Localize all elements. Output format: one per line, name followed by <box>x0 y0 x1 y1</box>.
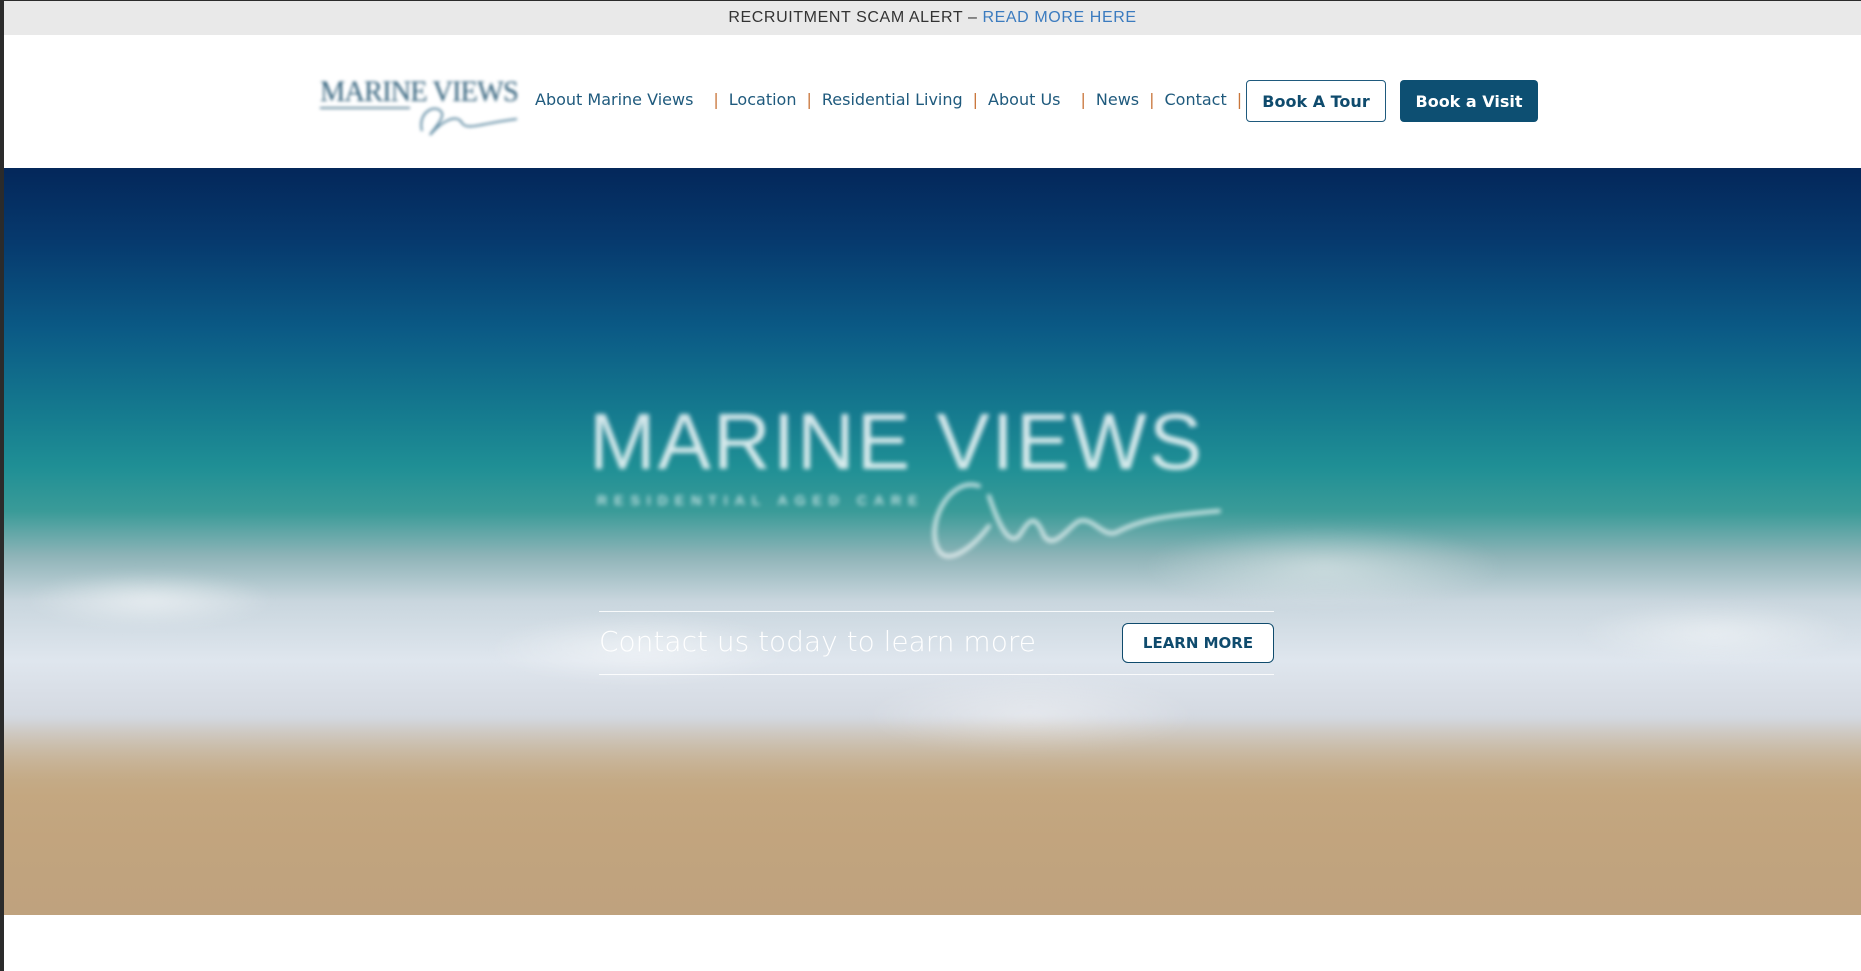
logo-underline <box>320 107 410 109</box>
site-logo[interactable]: MARINE VIEWS <box>316 71 526 137</box>
nav-separator: | <box>806 90 812 109</box>
hero-logo-script-icon <box>932 482 1221 559</box>
learn-more-button[interactable]: LEARN MORE <box>1122 623 1274 663</box>
nav-separator: | <box>972 90 979 109</box>
nav-separator: | <box>713 90 719 109</box>
nav-about-us[interactable]: About Us <box>988 90 1060 109</box>
hero-banner: MARINE VIEWS RESIDENTIAL AGED CARE Conta… <box>4 168 1861 915</box>
alert-text: RECRUITMENT SCAM ALERT – <box>728 9 978 26</box>
book-a-visit-button[interactable]: Book a Visit <box>1400 80 1538 122</box>
hero-cta-row: Contact us today to learn more LEARN MOR… <box>599 611 1274 675</box>
site-header: MARINE VIEWS About Marine Views | Locati… <box>4 35 1861 168</box>
nav-news[interactable]: News <box>1096 90 1139 109</box>
book-a-tour-button[interactable]: Book A Tour <box>1246 80 1386 122</box>
hero-cta-text: Contact us today to learn more <box>599 625 1036 658</box>
hero-logo: MARINE VIEWS RESIDENTIAL AGED CARE <box>589 396 1289 576</box>
logo-script-icon <box>420 107 518 136</box>
hero-logo-subtitle: RESIDENTIAL AGED CARE <box>597 492 925 508</box>
nav-location[interactable]: Location <box>729 90 797 109</box>
read-more-link[interactable]: READ MORE HERE <box>982 9 1136 27</box>
hero-beach-sand <box>4 715 1861 915</box>
browser-viewport: RECRUITMENT SCAM ALERT – READ MORE HERE … <box>0 0 1861 971</box>
nav-separator: | <box>1236 90 1243 109</box>
scam-alert-bar: RECRUITMENT SCAM ALERT – READ MORE HERE <box>4 1 1861 35</box>
nav-separator: | <box>1149 90 1155 109</box>
nav-about-marine-views[interactable]: About Marine Views <box>535 90 693 109</box>
main-nav: About Marine Views | Location | Resident… <box>535 90 1252 109</box>
nav-separator: | <box>1080 90 1086 109</box>
nav-contact[interactable]: Contact <box>1165 90 1227 109</box>
nav-residential-living[interactable]: Residential Living <box>822 90 963 109</box>
